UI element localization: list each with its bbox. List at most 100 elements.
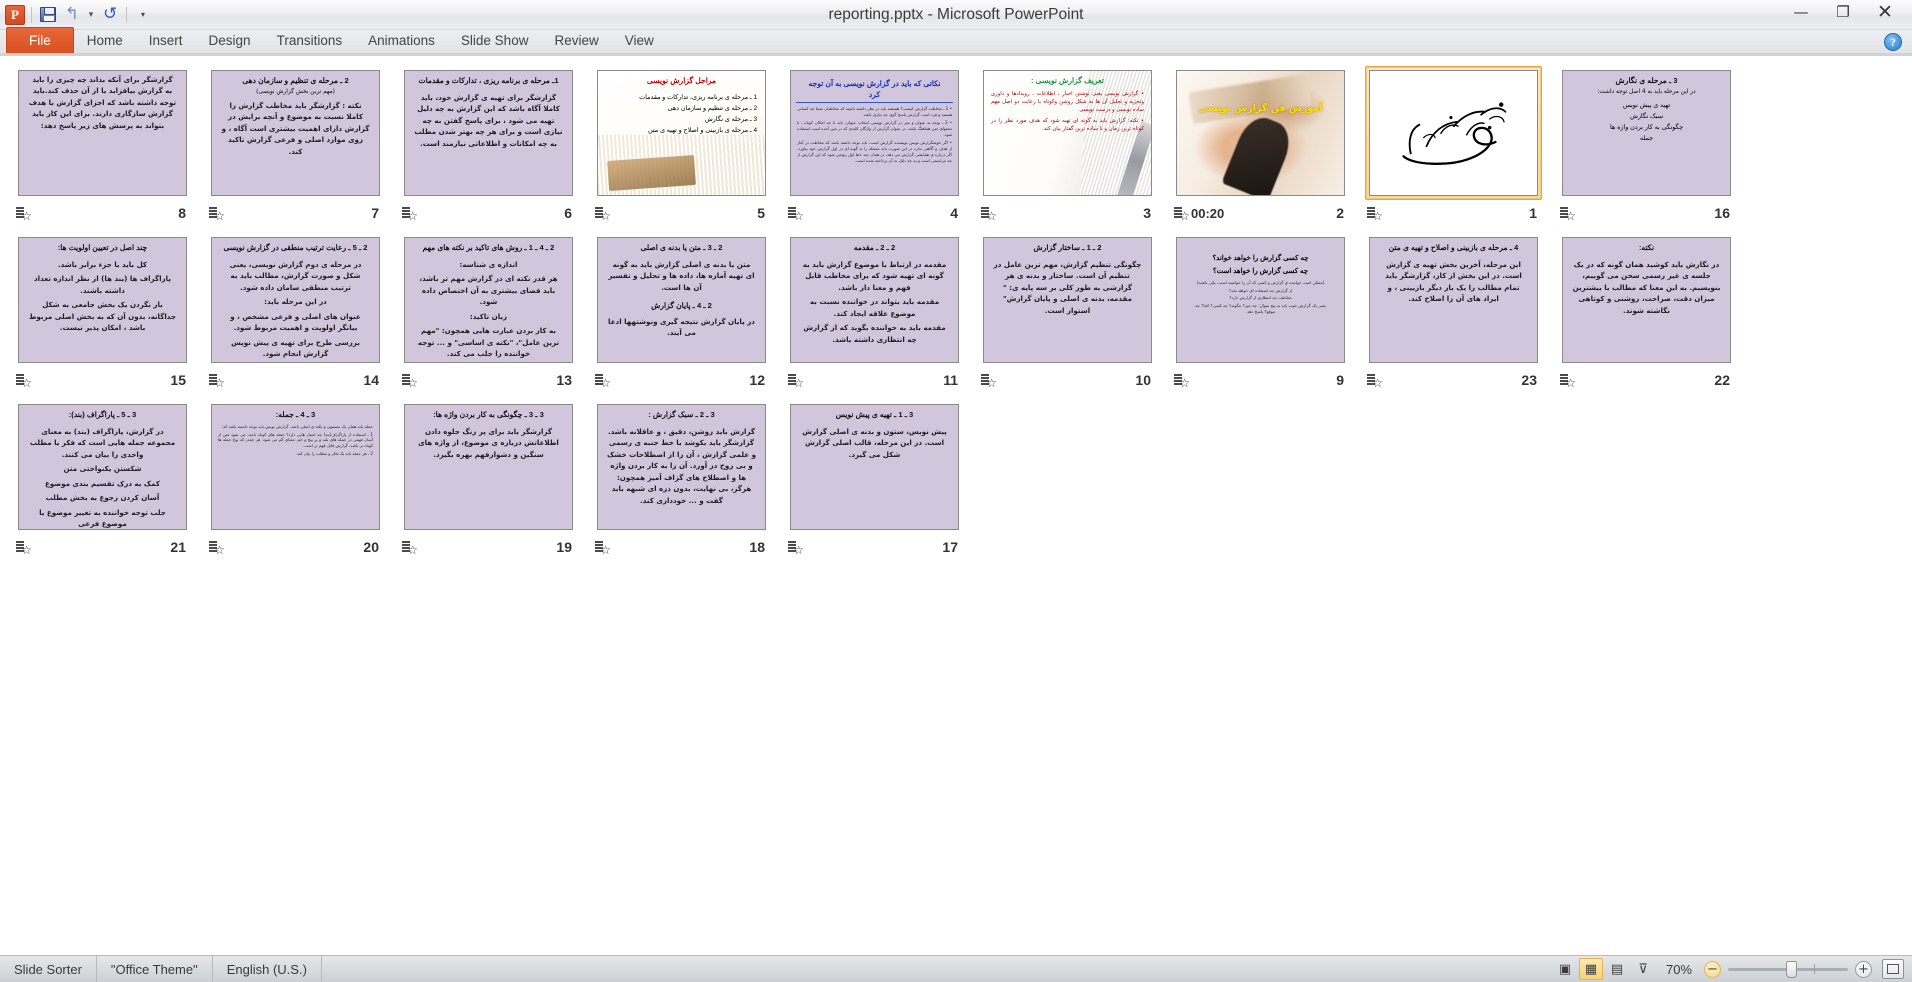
slide-canvas[interactable]: 4 ـ مرحله ی بازبینی و اصلاح و تهیه ی متن… (1369, 237, 1538, 363)
transition-icon[interactable]: ☆ (595, 540, 611, 556)
slide-thumbnail-16[interactable]: 3 ـ مرحله ی نگارش در این مرحله باید به 4 … (1550, 64, 1743, 231)
slide-thumb-frame[interactable]: نکته: در نگارش باید کوشید همان گونه که در… (1558, 233, 1735, 367)
slide-canvas[interactable]: گزارشگر برای آنکه بداند چه چیزی را باید … (18, 70, 187, 196)
zoom-out-button[interactable]: − (1704, 960, 1721, 978)
slide-thumbnail-7[interactable]: 2 ـ مرحله ی تنظیم و سازمان دهی (مهم ترین … (199, 64, 392, 231)
transition-icon[interactable]: ☆ (209, 373, 225, 389)
slide-thumb-frame[interactable]: 1ـ مرحله ی برنامه ریزی ، تدارکات و مقدما… (400, 66, 577, 200)
slide-canvas[interactable]: چه کسی گزارش را خواهد خواند؟ چه کسی گزارش… (1176, 237, 1345, 363)
tab-review[interactable]: Review (541, 28, 611, 53)
minimize-button[interactable]: — (1780, 0, 1822, 24)
slide-canvas[interactable]: 3 ـ 1 ـ تهیه ی پیش نویس پیش نویس، ستون و … (790, 404, 959, 530)
slide-canvas[interactable]: 3 ـ 3 ـ چگونگی به کار بردن واژه ها: گزارش… (404, 404, 573, 530)
redo-icon[interactable]: ↻ (99, 4, 121, 26)
transition-icon[interactable]: ☆ (402, 206, 418, 222)
slide-thumb-frame[interactable]: 2 ـ 2 ـ مقدمه مقدمه در ارتباط با موضوع گز… (786, 233, 963, 367)
slide-thumbnail-23[interactable]: 4 ـ مرحله ی بازبینی و اصلاح و تهیه ی متن… (1357, 231, 1550, 398)
slide-canvas[interactable]: نکاتی که باید در گزارش نویسی به آن توجه … (790, 70, 959, 196)
slide-canvas[interactable]: 2 ـ 1 ـ ساختار گزارش چگونگی تنظیم گزارش، … (983, 237, 1152, 363)
customize-qat-icon[interactable]: ▾ (132, 4, 154, 26)
slide-canvas[interactable]: 2 ـ مرحله ی تنظیم و سازمان دهی (مهم ترین … (211, 70, 380, 196)
transition-icon[interactable]: ☆ (981, 373, 997, 389)
slide-thumbnail-6[interactable]: 1ـ مرحله ی برنامه ریزی ، تدارکات و مقدما… (392, 64, 585, 231)
tab-animations[interactable]: Animations (355, 28, 448, 53)
transition-icon[interactable]: ☆ (209, 540, 225, 556)
slide-canvas[interactable]: آموزش فن گزارش نویسی (1176, 70, 1345, 196)
slide-thumbnail-10[interactable]: 2 ـ 1 ـ ساختار گزارش چگونگی تنظیم گزارش، … (971, 231, 1164, 398)
slide-thumbnail-9[interactable]: چه کسی گزارش را خواهد خواند؟ چه کسی گزارش… (1164, 231, 1357, 398)
transition-icon[interactable]: ☆ (16, 206, 32, 222)
powerpoint-logo-icon[interactable]: P (4, 4, 26, 26)
slide-thumbnail-5[interactable]: مراحل گزارش نویسی 1 ـ مرحله ی برنامه ریز… (585, 64, 778, 231)
transition-icon[interactable]: ☆ (209, 206, 225, 222)
slide-thumbnail-3[interactable]: تعریف گزارش نویسی : • گزارش نویسی یعنی ن… (971, 64, 1164, 231)
transition-icon[interactable]: ☆ (16, 540, 32, 556)
tab-home[interactable]: Home (74, 28, 136, 53)
zoom-percentage[interactable]: 70% (1656, 962, 1704, 977)
slide-canvas[interactable]: نکته: در نگارش باید کوشید همان گونه که در… (1562, 237, 1731, 363)
slide-thumb-frame[interactable]: 3 ـ 1 ـ تهیه ی پیش نویس پیش نویس، ستون و … (786, 400, 963, 534)
transition-icon[interactable]: ☆ (402, 373, 418, 389)
slide-thumb-frame[interactable]: چه کسی گزارش را خواهد خواند؟ چه کسی گزارش… (1172, 233, 1349, 367)
status-language[interactable]: English (U.S.) (213, 955, 322, 982)
slide-thumb-frame[interactable]: 2 ـ 1 ـ ساختار گزارش چگونگی تنظیم گزارش، … (979, 233, 1156, 367)
zoom-in-button[interactable]: + (1855, 960, 1872, 978)
normal-view-button[interactable]: ▣ (1553, 958, 1577, 980)
slide-thumb-frame[interactable]: مراحل گزارش نویسی 1 ـ مرحله ی برنامه ریز… (593, 66, 770, 200)
transition-icon[interactable]: ☆ (1560, 373, 1576, 389)
slide-thumbnail-2[interactable]: آموزش فن گزارش نویسی ☆ 00:20 2 (1164, 64, 1357, 231)
tab-view[interactable]: View (612, 28, 667, 53)
slide-canvas[interactable]: 3 ـ 5 ـ پاراگراف (بند): در گزارش، پاراگرا… (18, 404, 187, 530)
slide-canvas[interactable]: 3 ـ 4 ـ جمله: جمله باید همان یک مضمون و … (211, 404, 380, 530)
tab-file[interactable]: File (6, 27, 74, 53)
slide-thumbnail-1[interactable]: ☆ 1 (1357, 64, 1550, 231)
slide-thumbnail-20[interactable]: 3 ـ 4 ـ جمله: جمله باید همان یک مضمون و … (199, 398, 392, 565)
slide-sorter-canvas[interactable]: گزارشگر برای آنکه بداند چه چیزی را باید … (0, 56, 1912, 955)
slide-thumb-frame[interactable]: 3 ـ 2 ـ سبک گزارش : گزارش باید روشن، دقیق… (593, 400, 770, 534)
tab-slide-show[interactable]: Slide Show (448, 28, 542, 53)
undo-dropdown-icon[interactable]: ▾ (85, 4, 97, 26)
slide-thumbnail-15[interactable]: چند اصل در تعیین اولویت ها: کل باید با جز… (6, 231, 199, 398)
slide-thumbnail-17[interactable]: 3 ـ 1 ـ تهیه ی پیش نویس پیش نویس، ستون و … (778, 398, 971, 565)
tab-design[interactable]: Design (196, 28, 264, 53)
transition-icon[interactable]: ☆ (981, 206, 997, 222)
slide-canvas[interactable]: 2 ـ 2 ـ مقدمه مقدمه در ارتباط با موضوع گز… (790, 237, 959, 363)
slide-thumb-frame[interactable]: 2 ـ مرحله ی تنظیم و سازمان دهی (مهم ترین … (207, 66, 384, 200)
slide-sorter-view-button[interactable]: ▦ (1578, 958, 1603, 980)
transition-icon[interactable]: ☆ (16, 373, 32, 389)
slide-thumbnail-12[interactable]: 2 ـ 3 ـ متن یا بدنه ی اصلی متن یا بدنه ی … (585, 231, 778, 398)
slide-thumb-frame[interactable]: 3 ـ 5 ـ پاراگراف (بند): در گزارش، پاراگرا… (14, 400, 191, 534)
slide-thumb-frame[interactable]: چند اصل در تعیین اولویت ها: کل باید با جز… (14, 233, 191, 367)
slide-canvas[interactable]: چند اصل در تعیین اولویت ها: کل باید با جز… (18, 237, 187, 363)
slide-thumb-frame[interactable]: تعریف گزارش نویسی : • گزارش نویسی یعنی ن… (979, 66, 1156, 200)
zoom-slider[interactable] (1728, 960, 1848, 978)
slide-canvas[interactable]: 3 ـ مرحله ی نگارش در این مرحله باید به 4 … (1562, 70, 1731, 196)
transition-icon[interactable]: ☆ (1174, 373, 1190, 389)
transition-icon[interactable]: ☆ (788, 206, 804, 222)
slide-thumb-frame[interactable]: 3 ـ 3 ـ چگونگی به کار بردن واژه ها: گزارش… (400, 400, 577, 534)
slide-canvas[interactable]: 3 ـ 2 ـ سبک گزارش : گزارش باید روشن، دقیق… (597, 404, 766, 530)
transition-icon[interactable]: ☆ (1367, 206, 1383, 222)
slide-canvas[interactable]: 2 ـ 4 ـ 1 ـ روش های تاکید بر نکته های مه… (404, 237, 573, 363)
slide-thumb-frame[interactable]: آموزش فن گزارش نویسی (1172, 66, 1349, 200)
slide-canvas[interactable]: 2 ـ 3 ـ متن یا بدنه ی اصلی متن یا بدنه ی … (597, 237, 766, 363)
reading-view-button[interactable]: ▤ (1605, 958, 1629, 980)
slide-thumbnail-18[interactable]: 3 ـ 2 ـ سبک گزارش : گزارش باید روشن، دقیق… (585, 398, 778, 565)
slide-thumbnail-13[interactable]: 2 ـ 4 ـ 1 ـ روش های تاکید بر نکته های مه… (392, 231, 585, 398)
transition-icon[interactable]: ☆ (402, 540, 418, 556)
slide-canvas[interactable] (1369, 70, 1538, 196)
slide-thumbnail-22[interactable]: نکته: در نگارش باید کوشید همان گونه که در… (1550, 231, 1743, 398)
slide-thumbnail-14[interactable]: 2 ـ 5 ـ رعایت ترتیب منطقی در گزارش نویسی… (199, 231, 392, 398)
slide-thumb-frame[interactable]: 2 ـ 3 ـ متن یا بدنه ی اصلی متن یا بدنه ی … (593, 233, 770, 367)
status-theme[interactable]: "Office Theme" (97, 955, 213, 982)
restore-button[interactable]: ❐ (1822, 0, 1864, 24)
transition-icon[interactable]: ☆ (595, 206, 611, 222)
transition-icon[interactable]: ☆ (1174, 206, 1190, 222)
fit-slide-to-window-icon[interactable] (1882, 959, 1904, 979)
slide-canvas[interactable]: مراحل گزارش نویسی 1 ـ مرحله ی برنامه ریز… (597, 70, 766, 196)
slide-thumb-frame[interactable] (1365, 66, 1542, 200)
transition-icon[interactable]: ☆ (595, 373, 611, 389)
tab-transitions[interactable]: Transitions (264, 28, 356, 53)
slide-thumb-frame[interactable]: گزارشگر برای آنکه بداند چه چیزی را باید … (14, 66, 191, 200)
zoom-slider-handle[interactable] (1786, 960, 1797, 978)
